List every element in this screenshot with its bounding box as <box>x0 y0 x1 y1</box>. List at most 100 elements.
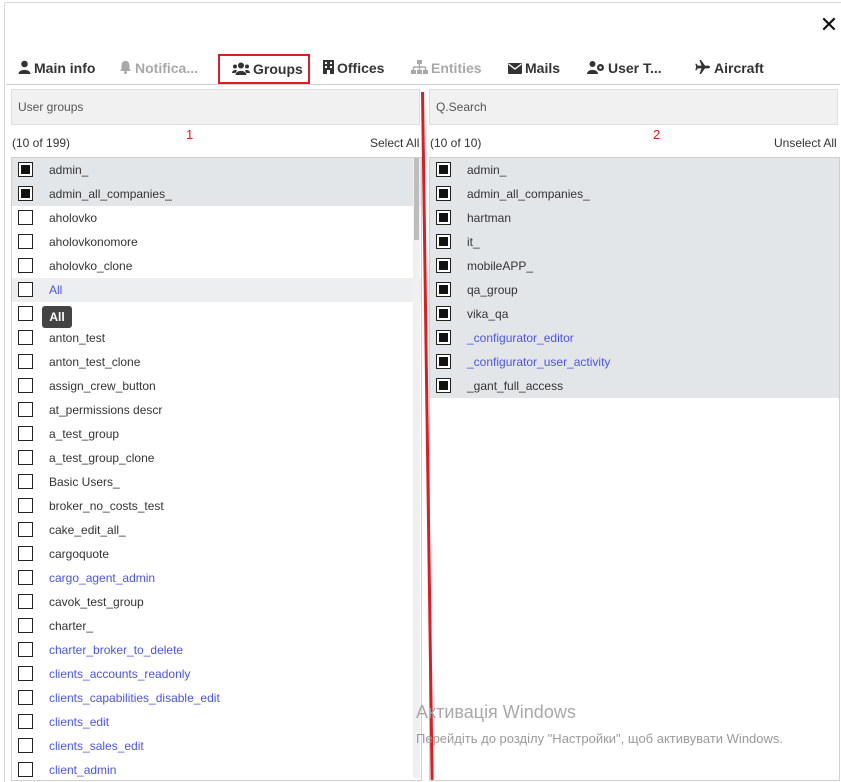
tab-groups[interactable]: Groups <box>218 54 310 84</box>
list-item[interactable]: All <box>12 278 421 302</box>
list-item-label: cargoquote <box>49 547 110 561</box>
list-item[interactable]: clients_accounts_readonly <box>12 662 421 686</box>
list-item[interactable]: admin_all_companies_ <box>12 182 421 206</box>
checkbox[interactable] <box>18 378 33 393</box>
available-groups-scrollbar[interactable] <box>413 158 420 778</box>
list-item-label: All <box>49 283 63 297</box>
list-item-label: charter_broker_to_delete <box>49 643 184 657</box>
list-item[interactable]: at_permissions descr <box>12 398 421 422</box>
tab-label: Mails <box>525 60 561 76</box>
tab-notifications[interactable]: Notifica... <box>119 54 198 84</box>
checkbox[interactable] <box>18 426 33 441</box>
tab-label: Main info <box>34 60 96 76</box>
tab-user-types[interactable]: User T... <box>587 54 662 84</box>
checkbox[interactable] <box>436 306 451 321</box>
checkbox[interactable] <box>18 450 33 465</box>
checkbox[interactable] <box>436 330 451 345</box>
list-item-label: client_admin <box>49 763 117 777</box>
checkbox[interactable] <box>18 330 33 345</box>
list-item[interactable]: admin_ <box>12 158 421 182</box>
list-item[interactable]: _ <box>12 302 421 326</box>
list-item[interactable]: _configurator_user_activity <box>430 350 839 374</box>
checkbox[interactable] <box>436 354 451 369</box>
list-item[interactable]: client_admin <box>12 758 421 780</box>
checkbox[interactable] <box>18 210 33 225</box>
tab-entities[interactable]: Entities <box>411 54 482 84</box>
user-groups-search-input[interactable] <box>11 89 420 125</box>
list-item-label: broker_no_costs_test <box>49 499 164 513</box>
list-item[interactable]: admin_all_companies_ <box>430 182 839 206</box>
list-item[interactable]: _configurator_editor <box>430 326 839 350</box>
checkbox[interactable] <box>436 186 451 201</box>
checkbox[interactable] <box>436 162 451 177</box>
list-item[interactable]: clients_capabilities_disable_edit <box>12 686 421 710</box>
tab-label: Aircraft <box>714 60 764 76</box>
checkbox[interactable] <box>18 402 33 417</box>
checkbox[interactable] <box>18 306 33 321</box>
list-item[interactable]: assign_crew_button <box>12 374 421 398</box>
list-item[interactable]: hartman <box>430 206 839 230</box>
checkbox[interactable] <box>18 546 33 561</box>
tab-mails[interactable]: Mails <box>508 54 560 84</box>
checkbox[interactable] <box>18 666 33 681</box>
checkbox[interactable] <box>18 162 33 177</box>
tab-offices[interactable]: Offices <box>323 54 384 84</box>
list-item[interactable]: clients_edit <box>12 710 421 734</box>
checkbox[interactable] <box>18 234 33 249</box>
checkbox[interactable] <box>18 354 33 369</box>
checkbox[interactable] <box>436 258 451 273</box>
list-item[interactable]: _gant_full_access <box>430 374 839 398</box>
checkbox[interactable] <box>18 282 33 297</box>
checkbox[interactable] <box>18 258 33 273</box>
list-item[interactable]: vika_qa <box>430 302 839 326</box>
checkbox[interactable] <box>18 594 33 609</box>
checkbox[interactable] <box>18 186 33 201</box>
checkbox[interactable] <box>18 690 33 705</box>
list-item[interactable]: mobileAPP_ <box>430 254 839 278</box>
list-item-label: admin_all_companies_ <box>49 187 172 201</box>
checkbox[interactable] <box>436 210 451 225</box>
checkbox[interactable] <box>18 642 33 657</box>
list-item-label: aholovkonomore <box>49 235 138 249</box>
list-item-label: clients_capabilities_disable_edit <box>49 691 220 705</box>
tab-main-info[interactable]: Main info <box>18 54 95 84</box>
list-item[interactable]: charter_ <box>12 614 421 638</box>
list-item-label: clients_sales_edit <box>49 739 144 753</box>
list-item[interactable]: it_ <box>430 230 839 254</box>
scrollbar-thumb[interactable] <box>414 158 419 240</box>
checkbox[interactable] <box>18 738 33 753</box>
list-item[interactable]: aholovkonomore <box>12 230 421 254</box>
list-item[interactable]: clients_sales_edit <box>12 734 421 758</box>
select-all-button[interactable]: Select All <box>370 136 419 150</box>
checkbox[interactable] <box>436 234 451 249</box>
list-item[interactable]: aholovko <box>12 206 421 230</box>
checkbox[interactable] <box>18 522 33 537</box>
list-item[interactable]: Basic Users_ <box>12 470 421 494</box>
checkbox[interactable] <box>18 618 33 633</box>
list-item[interactable]: anton_test <box>12 326 421 350</box>
selected-groups-search-input[interactable] <box>429 89 838 125</box>
list-item[interactable]: aholovko_clone <box>12 254 421 278</box>
list-item[interactable]: anton_test_clone <box>12 350 421 374</box>
list-item[interactable]: a_test_group <box>12 422 421 446</box>
checkbox[interactable] <box>436 378 451 393</box>
unselect-all-button[interactable]: Unselect All <box>774 136 837 150</box>
checkbox[interactable] <box>18 498 33 513</box>
list-item[interactable]: cargo_agent_admin <box>12 566 421 590</box>
list-item[interactable]: cavok_test_group <box>12 590 421 614</box>
list-item[interactable]: cake_edit_all_ <box>12 518 421 542</box>
list-item[interactable]: cargoquote <box>12 542 421 566</box>
checkbox[interactable] <box>18 474 33 489</box>
close-icon[interactable]: ✕ <box>818 14 840 38</box>
list-item-label: clients_edit <box>49 715 110 729</box>
list-item[interactable]: charter_broker_to_delete <box>12 638 421 662</box>
checkbox[interactable] <box>436 282 451 297</box>
list-item[interactable]: admin_ <box>430 158 839 182</box>
tab-aircraft[interactable]: Aircraft <box>695 54 764 84</box>
list-item[interactable]: qa_group <box>430 278 839 302</box>
checkbox[interactable] <box>18 570 33 585</box>
list-item[interactable]: a_test_group_clone <box>12 446 421 470</box>
list-item[interactable]: broker_no_costs_test <box>12 494 421 518</box>
checkbox[interactable] <box>18 762 33 777</box>
checkbox[interactable] <box>18 714 33 729</box>
